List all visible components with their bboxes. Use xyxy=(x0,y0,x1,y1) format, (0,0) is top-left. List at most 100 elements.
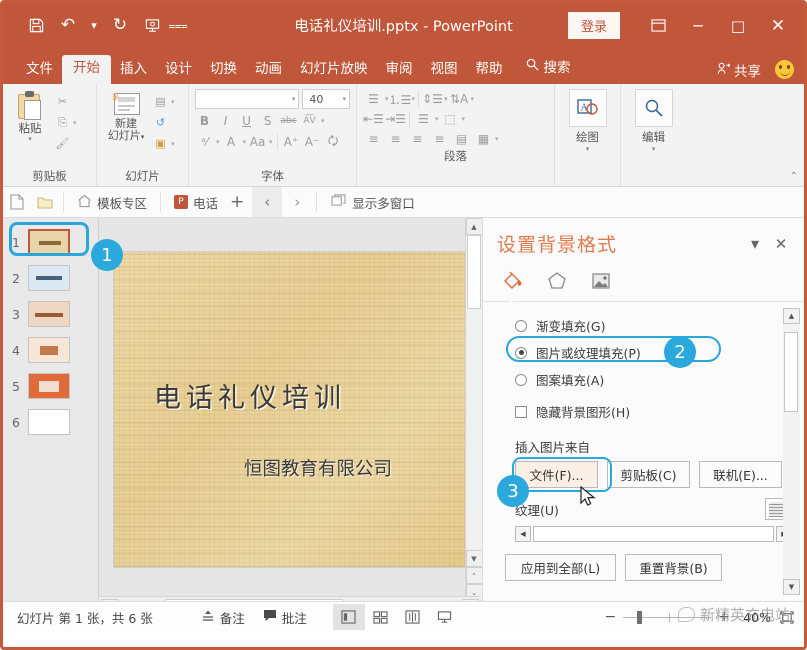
slide-thumbnail-5[interactable]: 5 xyxy=(3,368,98,404)
italic-button[interactable]: I xyxy=(216,112,235,130)
strikethrough-button[interactable]: abc xyxy=(279,112,298,130)
ribbon-display-options-icon[interactable] xyxy=(638,3,678,48)
text-highlight-dropdown-icon[interactable]: ▾ xyxy=(269,138,273,146)
line-spacing-button[interactable]: ⇕☰ xyxy=(422,90,443,108)
save-icon[interactable] xyxy=(21,11,51,41)
previous-slide-button[interactable]: ⌃ xyxy=(465,567,483,584)
font-size-dropdown-icon[interactable]: ▾ xyxy=(338,95,346,103)
layout-dropdown-icon[interactable]: ▾ xyxy=(171,98,175,106)
current-slide[interactable]: 电话礼仪培训 恒图教育有限公司 xyxy=(114,252,465,567)
bullets-button[interactable]: ☰ xyxy=(363,90,384,108)
picture-icon[interactable] xyxy=(587,267,615,295)
tab-help[interactable]: 帮助 xyxy=(467,57,512,85)
slide-vertical-scrollbar[interactable]: ▲ ▼ ⌃ ⌄ xyxy=(465,218,483,601)
underline-button[interactable]: U xyxy=(237,112,256,130)
increase-indent-button[interactable]: ⇥☰ xyxy=(385,110,406,128)
vertical-scroll-thumb[interactable] xyxy=(466,235,481,309)
pentagon-icon[interactable] xyxy=(543,267,571,295)
panel-scroll-up-button[interactable]: ▲ xyxy=(783,308,800,324)
bold-button[interactable]: B xyxy=(195,112,214,130)
ribbon-search-box[interactable]: 搜索 xyxy=(512,50,579,84)
numbering-button[interactable]: ⒈☰ xyxy=(389,90,412,108)
section-button[interactable]: ▣ ▾ xyxy=(151,134,175,153)
gradient-fill-radio[interactable] xyxy=(515,319,527,332)
vertical-scroll-track[interactable] xyxy=(465,235,483,550)
tab-review[interactable]: 审阅 xyxy=(377,57,422,85)
font-color-button[interactable]: A xyxy=(222,133,241,151)
hide-background-graphics-option[interactable]: 隐藏背景图形(H) xyxy=(483,393,804,425)
gradient-fill-option[interactable]: 渐变填充(G) xyxy=(483,312,804,339)
collapse-ribbon-icon[interactable]: ⌃ xyxy=(790,171,798,182)
show-multiwindow-button[interactable]: 显示多窗口 xyxy=(321,193,425,212)
fit-slide-icon[interactable] xyxy=(778,609,796,625)
picture-or-texture-fill-radio[interactable] xyxy=(515,346,527,359)
slider-field[interactable] xyxy=(533,526,774,542)
text-shadow-button[interactable]: S xyxy=(258,112,277,130)
picture-or-texture-fill-option[interactable]: 图片或纹理填充(P) xyxy=(483,336,804,366)
panel-scroll-thumb[interactable] xyxy=(784,332,798,412)
character-spacing-button[interactable]: A͞V xyxy=(300,112,319,130)
apply-to-all-button[interactable]: 应用到全部(L) xyxy=(505,554,616,581)
section-dropdown-icon[interactable]: ▾ xyxy=(171,140,175,148)
slide-thumbnail-pane[interactable]: 1 2 3 4 5 6 xyxy=(3,218,99,601)
clear-formatting-button[interactable]: 🗘 xyxy=(324,133,343,151)
slide-thumbnail-1[interactable]: 1 xyxy=(3,224,98,260)
columns-button[interactable]: ⬚ xyxy=(440,110,461,128)
close-button[interactable]: ✕ xyxy=(758,3,798,48)
slide-edit-area[interactable]: 电话礼仪培训 恒图教育有限公司 ▲ ▼ ⌃ ⌄ xyxy=(99,218,483,601)
tab-transitions[interactable]: 切换 xyxy=(201,57,246,85)
drawing-dropdown-icon[interactable]: ▾ xyxy=(559,145,616,153)
change-case-dropdown-icon[interactable]: ▾ xyxy=(216,138,220,146)
customize-qat-icon[interactable]: ⩶ xyxy=(169,11,188,41)
decrease-indent-button[interactable]: ⇤☰ xyxy=(363,110,384,128)
slide-thumbnail-6[interactable]: 6 xyxy=(3,404,98,440)
font-name-dropdown-icon[interactable]: ▾ xyxy=(288,95,296,103)
notes-button[interactable]: 备注 xyxy=(201,608,245,627)
tab-home[interactable]: 开始 xyxy=(62,54,111,84)
scroll-up-button[interactable]: ▲ xyxy=(465,218,483,235)
increase-font-size-button[interactable]: A⁺ xyxy=(282,133,301,151)
slide-thumbnail-3[interactable]: 3 xyxy=(3,296,98,332)
reset-button[interactable]: ↺ xyxy=(151,113,175,132)
scroll-down-button[interactable]: ▼ xyxy=(465,550,483,567)
template-zone-tab[interactable]: 模板专区 xyxy=(68,187,156,217)
slide-title-text[interactable]: 电话礼仪培训 xyxy=(154,376,454,415)
hide-background-graphics-checkbox[interactable] xyxy=(515,405,527,418)
paste-button[interactable]: 粘贴 ▾ xyxy=(7,89,53,143)
start-slideshow-icon[interactable] xyxy=(137,11,167,41)
maximize-button[interactable]: □ xyxy=(718,3,758,48)
numbering-dropdown-icon[interactable]: ▾ xyxy=(412,95,416,103)
undo-dropdown-icon[interactable]: ▾ xyxy=(85,11,103,41)
tab-view[interactable]: 视图 xyxy=(422,57,467,85)
share-button[interactable]: 共享 xyxy=(717,60,761,80)
open-folder-icon[interactable] xyxy=(31,187,59,217)
feedback-smiley-icon[interactable] xyxy=(775,60,794,79)
decrease-font-size-button[interactable]: A⁻ xyxy=(303,133,322,151)
redo-icon[interactable]: ↻ xyxy=(105,11,135,41)
editing-dropdown-icon[interactable]: ▾ xyxy=(625,145,682,153)
text-direction-button[interactable]: ⇅A xyxy=(449,90,470,108)
normal-view-button[interactable] xyxy=(332,604,365,630)
pattern-fill-option[interactable]: 图案填充(A) xyxy=(483,366,804,393)
align-text-dropdown-icon[interactable]: ▾ xyxy=(435,115,439,123)
slideshow-view-button[interactable] xyxy=(429,604,461,630)
tab-file[interactable]: 文件 xyxy=(17,57,62,85)
prev-tab-button[interactable]: ‹ xyxy=(252,187,283,217)
pattern-fill-radio[interactable] xyxy=(515,373,527,386)
new-document-icon[interactable] xyxy=(3,187,31,217)
cut-button[interactable]: ✂ xyxy=(53,92,77,111)
align-left-button[interactable]: ≡ xyxy=(363,130,384,148)
align-right-button[interactable]: ≡ xyxy=(407,130,428,148)
tab-slideshow[interactable]: 幻灯片放映 xyxy=(291,57,377,85)
character-spacing-dropdown-icon[interactable]: ▾ xyxy=(321,117,325,125)
chevron-down-icon[interactable]: ▾ xyxy=(742,233,768,255)
slider-left-button[interactable]: ◀ xyxy=(515,526,531,542)
line-spacing-dropdown-icon[interactable]: ▾ xyxy=(444,95,448,103)
panel-scroll-track[interactable] xyxy=(783,324,800,579)
new-tab-button[interactable]: + xyxy=(222,192,252,212)
layout-button[interactable]: ▤ ▾ xyxy=(151,92,175,111)
drawing-icon[interactable]: A xyxy=(568,89,607,127)
justify-button[interactable]: ≡ xyxy=(429,130,450,148)
reset-background-button[interactable]: 重置背景(B) xyxy=(625,554,722,581)
align-center-button[interactable]: ≡ xyxy=(385,130,406,148)
